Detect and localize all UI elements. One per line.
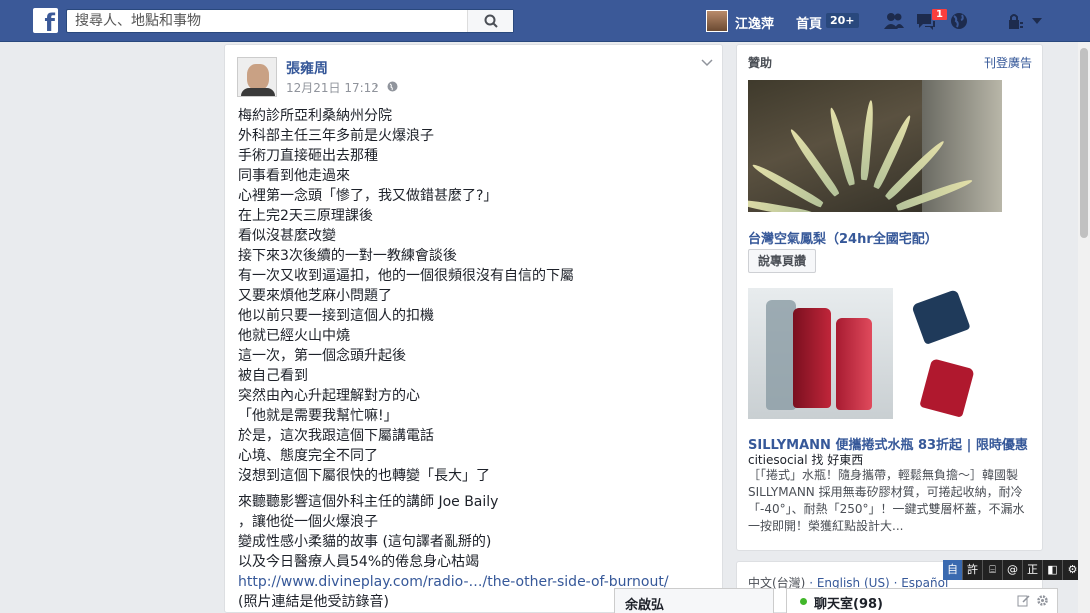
like-page-button[interactable]: 說專頁讚 — [748, 249, 817, 273]
home-count-badge: 20+ — [826, 13, 859, 28]
search-icon — [484, 14, 498, 28]
post-line: 以及今日醫療人員54%的倦怠身心枯竭 — [238, 554, 480, 570]
friend-requests-icon[interactable] — [883, 11, 905, 31]
post-line: 在上完2天三原理課後 — [238, 208, 373, 224]
notifications-globe-icon[interactable] — [948, 11, 970, 31]
post-line: 同事看到他走過來 — [238, 168, 350, 184]
account-menu-chevron-icon[interactable] — [1032, 18, 1042, 24]
top-navigation-bar: f 江逸萍 首頁 20+ 1 — [0, 0, 1090, 42]
create-ad-link[interactable]: 刊登廣告 — [984, 54, 1032, 71]
ime-button[interactable]: 許 — [963, 560, 983, 580]
public-audience-icon[interactable] — [387, 81, 398, 92]
ime-symbol-button[interactable]: @ — [1003, 560, 1023, 580]
post-line: 手術刀直接砸出去那種 — [238, 148, 378, 164]
ad-image-air-plant[interactable] — [748, 80, 1002, 212]
timestamp-separator: · — [374, 79, 378, 93]
search-box — [66, 9, 514, 33]
ad-title-link[interactable]: 台灣空氣鳳梨（24hr全國宅配） — [748, 228, 938, 247]
post-line: 有一次又收到逼逼扣，他的一個很頻很沒有自信的下屬 — [238, 268, 574, 284]
post-line: 於是，這次我跟這個下屬講電話 — [238, 428, 434, 444]
ad-image-bottles[interactable] — [748, 288, 893, 419]
post-line: 外科部主任三年多前是火爆浪子 — [238, 128, 434, 144]
logo-letter: f — [44, 9, 55, 37]
author-avatar[interactable] — [237, 57, 277, 97]
chat-sidebar-bar[interactable]: 聊天室(98) — [786, 588, 1058, 613]
post-text: 梅約診所亞利桑納州分院 外科部主任三年多前是火爆浪子 手術刀直接砸出去那種 同事… — [238, 106, 708, 612]
ad-advertiser[interactable]: citiesocial 找 好東西 — [748, 451, 863, 468]
post-line: 突然由內心升起理解對方的心 — [238, 388, 420, 404]
sponsored-panel: 贊助 刊登廣告 台灣空氣鳳梨（24hr全國宅配） 說專頁讚 SILLYMANN … — [736, 44, 1043, 551]
privacy-shortcuts-icon[interactable] — [1005, 11, 1027, 31]
chat-options-gear-icon[interactable] — [1036, 594, 1049, 607]
new-message-icon[interactable] — [1017, 594, 1030, 607]
post-line: 被自己看到 — [238, 368, 308, 384]
post-line: 又要來煩他芝麻小問題了 — [238, 288, 392, 304]
sponsored-heading: 贊助 — [748, 56, 773, 70]
post-line: 梅約診所亞利桑納州分院 — [238, 108, 392, 124]
search-button[interactable] — [467, 10, 513, 32]
scrollbar-thumb[interactable] — [1080, 48, 1088, 238]
ad-description: ［「捲式」水瓶！隨身攜帶，輕鬆無負擔～］韓國製 SILLYMANN 採用無毒矽膠… — [748, 468, 1025, 533]
post-line: 看似沒甚麼改變 — [238, 228, 336, 244]
post-line: 心境、態度完全不同了 — [238, 448, 378, 464]
search-input[interactable] — [67, 10, 467, 32]
ime-keyboard-icon[interactable]: ⌸ — [983, 560, 1003, 580]
chat-tab-user[interactable]: 余啟弘 — [614, 588, 774, 613]
ime-mode-button[interactable]: 自 — [943, 560, 963, 580]
facebook-logo-icon[interactable]: f — [33, 8, 58, 37]
post-line: 接下來3次後續的一對一教練會談後 — [238, 248, 457, 264]
chat-label: 聊天室(98) — [814, 597, 883, 612]
page-scrollbar[interactable] — [1078, 42, 1090, 613]
ad-image-bottles-2[interactable] — [895, 288, 1002, 419]
notification-badge: 1 — [931, 8, 948, 21]
post-line: 來聽聽影響這個外科主任的講師 Joe Baily — [238, 494, 499, 510]
user-avatar[interactable] — [706, 10, 728, 32]
profile-link[interactable]: 江逸萍 — [735, 13, 774, 32]
post-line: 「他就是需要我幫忙嘛!」 — [238, 408, 398, 424]
feed-post: 張雍周 12月21日 17:12 · 梅約診所亞利桑納州分院 外科部主任三年多前… — [224, 44, 723, 613]
post-line: 心裡第一念頭「慘了，我又做錯甚麼了?」 — [238, 188, 498, 204]
post-line: 這一次，第一個念頭升起後 — [238, 348, 406, 364]
post-options-chevron-icon[interactable] — [701, 59, 713, 67]
post-timestamp[interactable]: 12月21日 17:12 — [286, 79, 379, 96]
post-line: 他就已經火山中燒 — [238, 328, 350, 344]
online-status-icon — [800, 598, 807, 605]
ime-button[interactable]: 正 — [1023, 560, 1043, 580]
post-author[interactable]: 張雍周 — [286, 58, 328, 78]
post-line: ，讓他從一個火爆浪子 — [238, 514, 378, 530]
ime-toolbar: 自 許 ⌸ @ 正 ◧ ⚙ — [943, 560, 1089, 580]
post-line: 沒想到這個下屬很快的也轉變「長大」了 — [238, 468, 490, 484]
ime-halfwidth-icon[interactable]: ◧ — [1043, 560, 1063, 580]
post-line: 變成性感小柔貓的故事 (這句譯者亂掰的) — [238, 534, 492, 550]
post-line: 他以前只要一接到這個人的扣機 — [238, 308, 434, 324]
home-link[interactable]: 首頁 — [796, 13, 822, 32]
